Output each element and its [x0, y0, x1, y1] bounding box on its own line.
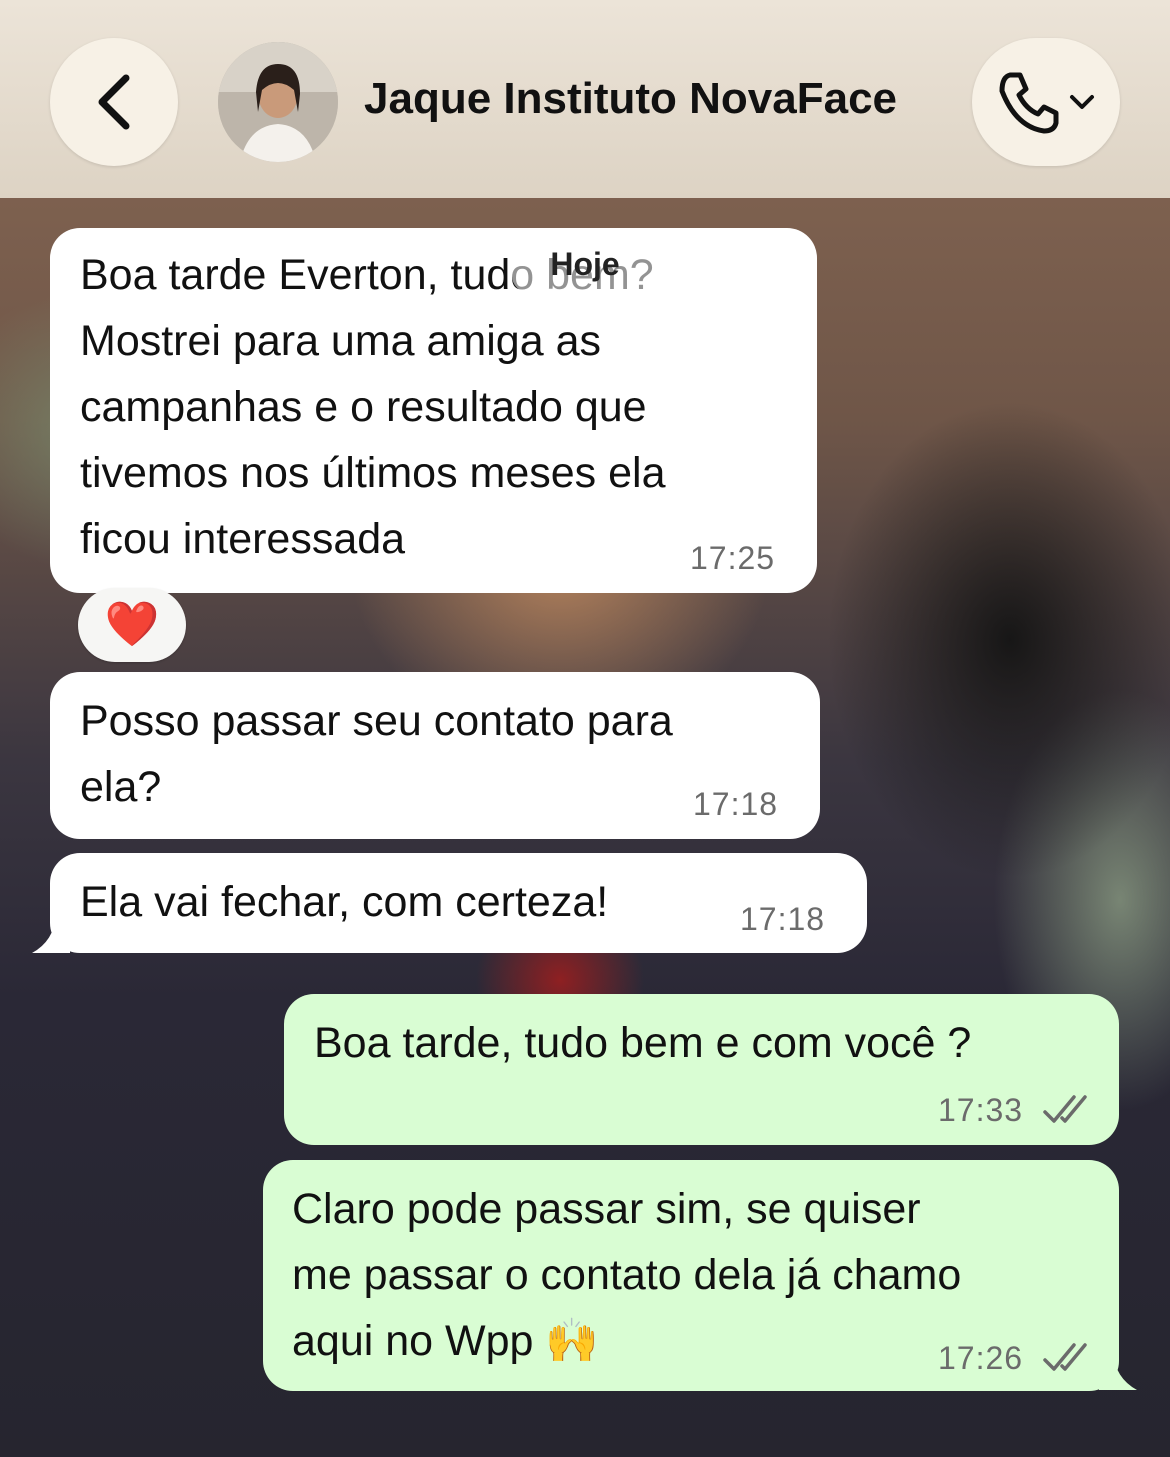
chevron-down-icon — [1070, 95, 1094, 109]
contact-avatar[interactable] — [218, 42, 338, 162]
message-bubble-incoming[interactable]: Ela vai fechar, com certeza! 17:18 — [50, 853, 867, 953]
message-line: Ela vai fechar, com certeza! — [80, 878, 609, 926]
back-button[interactable] — [50, 38, 178, 166]
reaction-badge[interactable]: ❤️ — [78, 588, 186, 662]
heart-reaction-icon: ❤️ — [104, 600, 160, 649]
message-bubble-outgoing[interactable]: Claro pode passar sim, se quiser me pass… — [263, 1160, 1119, 1391]
message-line: Mostrei para uma amiga as — [80, 317, 601, 365]
message-time: 17:18 — [740, 901, 826, 937]
message-line: ficou interessada — [80, 515, 406, 563]
message-time: 17:26 — [938, 1340, 1024, 1376]
message-bubble-incoming[interactable]: Boa tarde Everton, tudo bem? Mostrei par… — [50, 228, 817, 593]
double-check-icon — [1043, 1343, 1087, 1371]
message-time: 17:33 — [938, 1092, 1024, 1128]
message-line: me passar o contato dela já chamo — [292, 1251, 962, 1299]
message-line: ela? — [80, 763, 162, 811]
message-line: Posso passar seu contato para — [80, 697, 673, 745]
date-separator: Hoje — [512, 236, 658, 292]
message-line: campanhas e o resultado que — [80, 383, 647, 431]
call-button[interactable] — [972, 38, 1120, 166]
message-line: Boa tarde, tudo bem e com você ? — [314, 1019, 972, 1067]
message-bubble-outgoing[interactable]: Boa tarde, tudo bem e com você ? 17:33 — [284, 994, 1119, 1145]
contact-name[interactable]: Jaque Instituto NovaFace — [364, 74, 897, 130]
message-line: tivemos nos últimos meses ela — [80, 449, 666, 497]
chevron-left-icon — [98, 74, 130, 130]
phone-icon — [999, 72, 1059, 134]
message-time: 17:18 — [693, 786, 779, 822]
message-line: aqui no Wpp 🙌 — [292, 1317, 599, 1365]
message-line: Claro pode passar sim, se quiser — [292, 1185, 921, 1233]
avatar-photo — [218, 42, 338, 162]
message-bubble-incoming[interactable]: Posso passar seu contato para ela? 17:18 — [50, 672, 820, 839]
message-time: 17:25 — [690, 540, 776, 576]
double-check-icon — [1043, 1095, 1087, 1123]
chat-header: Jaque Instituto NovaFace — [0, 0, 1170, 198]
